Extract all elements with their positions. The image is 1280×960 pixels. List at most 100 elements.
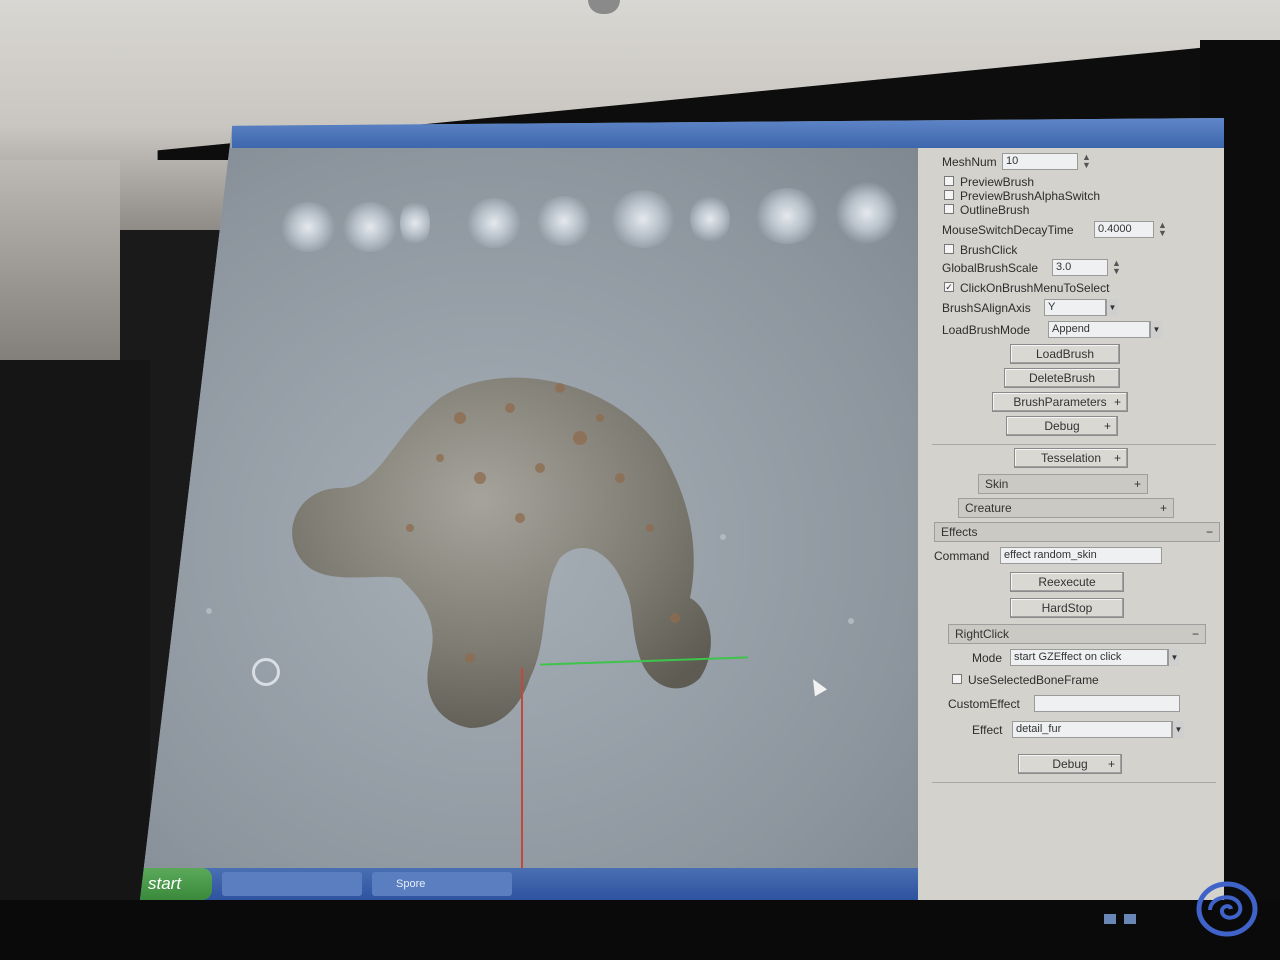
divider (932, 444, 1216, 445)
command-label: Command (934, 549, 990, 563)
mouse-switch-row: MouseSwitchDecayTime 0.4000 ▲ ▼ (918, 220, 1224, 242)
debug-label: Debug (1052, 757, 1088, 771)
tesselation-button[interactable]: Tesselation + (1014, 448, 1128, 468)
reexecute-button[interactable]: Reexecute (1010, 572, 1124, 592)
load-brush-mode-select[interactable]: Append (1048, 321, 1150, 338)
spinner-icon[interactable]: ▲ ▼ (1112, 259, 1122, 276)
click-on-brush-checkbox[interactable]: ✓ (944, 282, 954, 292)
brush-thumbnail[interactable] (690, 194, 730, 244)
brush-thumbnail[interactable] (610, 190, 676, 248)
use-selected-bone-label: UseSelectedBoneFrame (968, 673, 1099, 687)
custom-effect-input[interactable] (1034, 695, 1180, 712)
debug-label: Debug (1044, 419, 1080, 433)
creature-section-header[interactable]: Creature + (958, 498, 1174, 518)
outline-brush-checkbox[interactable] (944, 204, 954, 214)
custom-effect-label: CustomEffect (948, 697, 1020, 711)
brush-thumbnail[interactable] (836, 182, 898, 244)
chevron-down-icon[interactable]: ▼ (1168, 649, 1180, 666)
command-input[interactable]: effect random_skin (1000, 547, 1162, 564)
expand-plus-icon: + (1103, 419, 1111, 433)
mode-select[interactable]: start GZEffect on click (1010, 649, 1168, 666)
effect-label: Effect (972, 723, 1003, 737)
preview-brush-checkbox[interactable] (944, 176, 954, 186)
brush-palette (260, 182, 920, 288)
brush-align-axis-select[interactable]: Y (1044, 299, 1106, 316)
y-axis-line (521, 668, 523, 900)
global-brush-scale-row: GlobalBrushScale 3.0 ▲ ▼ (918, 258, 1224, 280)
tray-icon[interactable] (1104, 914, 1116, 924)
delete-brush-button[interactable]: DeleteBrush (1004, 368, 1120, 388)
spinner-icon[interactable]: ▲ ▼ (1158, 221, 1168, 238)
creature-label: Creature (965, 501, 1012, 515)
mode-label: Mode (972, 651, 1003, 665)
taskbar-item-spore[interactable]: Spore (372, 872, 512, 896)
collapse-minus-icon: − (1205, 525, 1213, 539)
stage-floor (0, 900, 1280, 960)
debug-top-button[interactable]: Debug + (1006, 416, 1118, 436)
expand-plus-icon: + (1113, 451, 1121, 465)
brush-align-axis-label: BrushSAlignAxis (942, 301, 1031, 315)
click-on-brush-label: ClickOnBrushMenuToSelect (960, 281, 1110, 295)
brush-parameters-label: BrushParameters (1013, 395, 1107, 409)
effect-select[interactable]: detail_fur (1012, 721, 1172, 738)
debug-bottom-button[interactable]: Debug + (1018, 754, 1122, 774)
tray-icon[interactable] (1124, 914, 1136, 924)
mesh-num-label: MeshNum (942, 155, 997, 169)
expand-plus-icon: + (1133, 477, 1141, 491)
brush-parameters-button[interactable]: BrushParameters + (992, 392, 1128, 412)
brush-click-checkbox[interactable] (944, 244, 954, 254)
taskbar: start Spore (140, 868, 918, 900)
expand-plus-icon: + (1113, 395, 1121, 409)
checkbox-label: OutlineBrush (960, 203, 1030, 217)
right-click-label: RightClick (955, 627, 1010, 641)
global-brush-scale-label: GlobalBrushScale (942, 261, 1039, 275)
load-brush-mode-row: LoadBrushMode Append ▼ (918, 320, 1224, 342)
preview-brush-alpha-switch-checkbox[interactable] (944, 190, 954, 200)
projected-screen: start Spore MeshNum 10 ▲ ▼ PreviewBrush P… (140, 118, 1224, 900)
use-selected-bone-checkbox[interactable] (952, 674, 962, 684)
taskbar-item[interactable] (222, 872, 362, 896)
skin-label: Skin (985, 477, 1009, 491)
skin-section-header[interactable]: Skin + (978, 474, 1148, 494)
stage-curtain-left (0, 360, 150, 960)
load-brush-button[interactable]: LoadBrush (1010, 344, 1120, 364)
chevron-down-icon[interactable]: ▼ (1172, 721, 1184, 738)
expand-plus-icon: + (1107, 757, 1115, 771)
chevron-down-icon[interactable]: ▼ (1150, 321, 1162, 338)
hard-stop-button[interactable]: HardStop (1010, 598, 1124, 618)
logo-swirl-icon (1196, 881, 1258, 937)
brush-align-axis-row: BrushSAlignAxis Y ▼ (918, 298, 1224, 320)
expand-plus-icon: + (1159, 501, 1167, 515)
brush-click-label: BrushClick (960, 243, 1018, 257)
brush-thumbnail[interactable] (536, 196, 592, 246)
tesselation-label: Tesselation (1040, 451, 1102, 465)
3d-viewport[interactable] (140, 148, 920, 900)
brush-thumbnail[interactable] (754, 188, 820, 244)
click-on-brush-row: ✓ ClickOnBrushMenuToSelect (918, 278, 1224, 300)
mouse-switch-label: MouseSwitchDecayTime (942, 223, 1074, 237)
mesh-num-input[interactable]: 10 (1002, 153, 1078, 170)
gizmo-ring-icon[interactable] (252, 658, 280, 686)
brush-thumbnail[interactable] (466, 198, 522, 248)
brush-thumbnail[interactable] (400, 198, 430, 248)
effects-section-header[interactable]: Effects − (934, 522, 1220, 542)
creature-model[interactable] (280, 358, 740, 758)
mouse-switch-input[interactable]: 0.4000 (1094, 221, 1154, 238)
start-button[interactable]: start (140, 868, 212, 900)
mouse-cursor-icon (806, 675, 828, 697)
brush-thumbnail[interactable] (280, 202, 336, 252)
brush-thumbnail[interactable] (342, 202, 398, 252)
load-brush-mode-label: LoadBrushMode (942, 323, 1031, 337)
collapse-minus-icon: − (1191, 627, 1199, 641)
wall (0, 160, 120, 380)
scene-marker (848, 618, 854, 624)
mode-row: Mode start GZEffect on click ▼ (918, 648, 1224, 670)
checkbox-row: OutlineBrush (918, 200, 1224, 222)
chevron-down-icon[interactable]: ▼ (1106, 299, 1118, 316)
effect-row: Effect detail_fur ▼ (918, 720, 1224, 742)
spinner-icon[interactable]: ▲ ▼ (1082, 153, 1092, 170)
effects-label: Effects (941, 525, 978, 539)
scene-marker (720, 534, 726, 540)
right-click-section-header[interactable]: RightClick − (948, 624, 1206, 644)
global-brush-scale-input[interactable]: 3.0 (1052, 259, 1108, 276)
